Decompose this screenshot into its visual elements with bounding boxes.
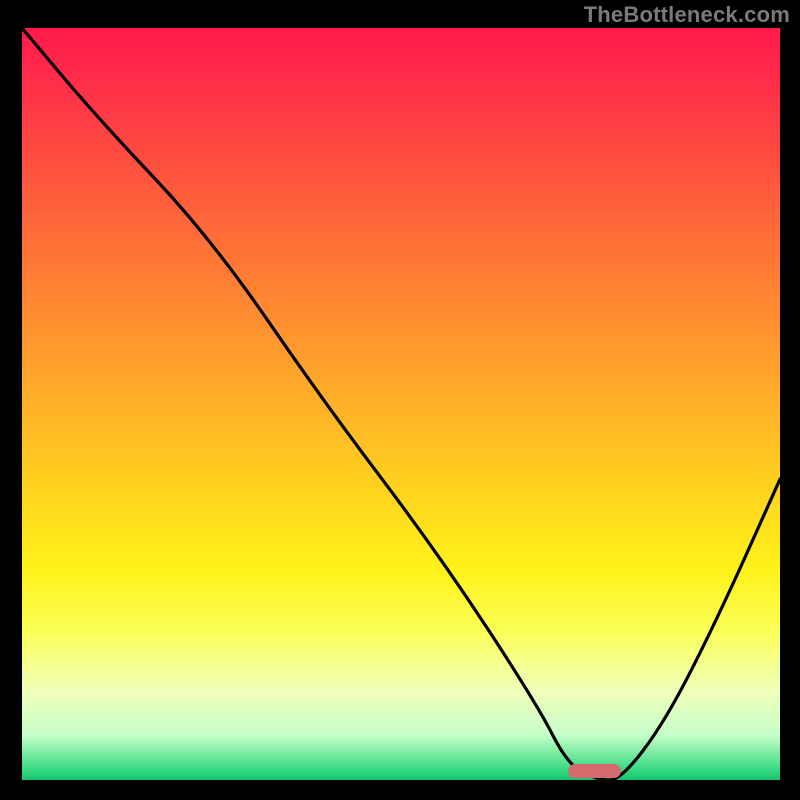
plot-area: [22, 28, 780, 780]
bottleneck-curve: [22, 28, 780, 780]
chart-frame: TheBottleneck.com: [0, 0, 800, 800]
optimal-range-marker: [568, 764, 621, 778]
watermark-label: TheBottleneck.com: [584, 2, 790, 28]
